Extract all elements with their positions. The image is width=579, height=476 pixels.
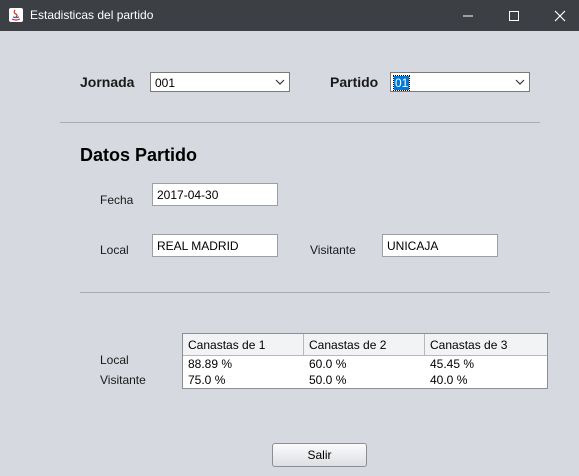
row-label-visitante: Visitante [100,373,146,387]
separator-middle [80,292,550,293]
fecha-label: Fecha [100,193,134,207]
table-cell: 50.0 % [309,373,347,387]
table-row[interactable]: 88.89 % 60.0 % 45.45 % [183,356,547,371]
local-label: Local [100,243,129,257]
table-cell: 45.45 % [430,357,475,371]
window-content: Jornada 001 Partido 01 Datos Partido Fec… [0,31,579,476]
minimize-button[interactable] [445,0,491,31]
maximize-icon [509,11,519,21]
jornada-label: Jornada [80,74,135,90]
table-cell: 60.0 % [309,357,347,371]
title-bar: Estadisticas del partido [0,0,579,31]
minimize-icon [463,15,473,17]
jornada-select[interactable]: 001 [150,72,290,92]
chevron-down-icon [515,79,525,85]
local-field[interactable]: REAL MADRID [152,234,278,257]
column-header[interactable]: Canastas de 1 [183,334,304,355]
visitante-label: Visitante [310,243,356,257]
partido-select[interactable]: 01 [390,72,530,92]
table-row[interactable]: 75.0 % 50.0 % 40.0 % [183,372,547,387]
maximize-button[interactable] [491,0,537,31]
table-cell: 88.89 % [188,357,233,371]
jornada-value: 001 [155,76,176,90]
chevron-down-icon [275,79,285,85]
close-button[interactable] [537,0,579,31]
visitante-field[interactable]: UNICAJA [382,234,498,257]
exit-button[interactable]: Salir [272,443,367,467]
visitante-value: UNICAJA [387,239,439,253]
partido-label: Partido [330,74,379,90]
fecha-field[interactable]: 2017-04-30 [152,183,278,206]
column-header[interactable]: Canastas de 2 [304,334,425,355]
table-cell: 40.0 % [430,373,468,387]
window-title: Estadisticas del partido [30,8,154,22]
partido-value: 01 [392,75,411,91]
row-label-local: Local [100,353,129,367]
local-value: REAL MADRID [157,239,239,253]
section-title: Datos Partido [80,145,198,165]
close-icon [554,10,566,22]
fecha-value: 2017-04-30 [157,188,219,202]
stats-table: Canastas de 1 Canastas de 2 Canastas de … [182,333,548,389]
java-app-icon [9,8,23,22]
column-header[interactable]: Canastas de 3 [425,334,547,355]
table-cell: 75.0 % [188,373,226,387]
separator-top [60,122,540,123]
table-header: Canastas de 1 Canastas de 2 Canastas de … [183,334,547,356]
